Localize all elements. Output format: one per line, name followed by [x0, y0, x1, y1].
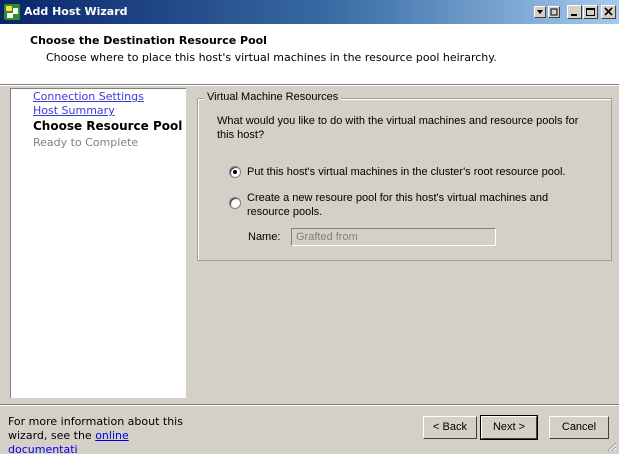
pool-name-label: Name: — [248, 231, 281, 243]
window-title: Add Host Wizard — [24, 5, 128, 18]
minimize-button[interactable] — [567, 5, 582, 19]
footer-divider-highlight — [0, 405, 619, 406]
root-pool-option-label[interactable]: Put this host's virtual machines in the … — [247, 165, 597, 179]
cancel-button[interactable]: Cancel — [549, 416, 609, 439]
maximize-button[interactable] — [583, 5, 598, 19]
step-host-summary[interactable]: Host Summary — [33, 104, 115, 117]
wizard-steps-panel: Connection Settings Host Summary Choose … — [10, 88, 186, 398]
root-pool-radio[interactable] — [229, 166, 241, 178]
step-choose-resource-pool: Choose Resource Pool — [33, 119, 183, 133]
help-info: For more information about this wizard, … — [8, 415, 198, 454]
page-subtitle: Choose where to place this host's virtua… — [46, 51, 497, 64]
close-button[interactable] — [601, 5, 616, 19]
step-ready-to-complete: Ready to Complete — [33, 136, 139, 149]
group-title: Virtual Machine Resources — [204, 91, 342, 103]
options-icon[interactable] — [534, 6, 546, 18]
pool-name-input[interactable]: Grafted from — [291, 228, 496, 246]
new-pool-option-label[interactable]: Create a new resoure pool for this host'… — [247, 191, 567, 219]
add-host-wizard-window: Add Host Wizard Choose the Destination R… — [0, 0, 619, 454]
wizard-app-icon — [4, 4, 20, 20]
restore-layout-icon[interactable] — [548, 6, 560, 18]
new-pool-radio[interactable] — [229, 197, 241, 209]
resource-question: What would you like to do with the virtu… — [217, 115, 579, 141]
header-divider-highlight — [0, 85, 619, 86]
radio-selected-dot — [233, 170, 237, 174]
title-bar[interactable]: Add Host Wizard — [0, 0, 619, 24]
wizard-header: Choose the Destination Resource Pool Cho… — [0, 24, 619, 84]
next-button[interactable]: Next > — [480, 415, 538, 440]
resize-grip-icon[interactable] — [605, 440, 617, 452]
page-title: Choose the Destination Resource Pool — [30, 34, 267, 47]
back-button[interactable]: < Back — [423, 416, 477, 439]
step-connection-settings[interactable]: Connection Settings — [33, 90, 144, 103]
